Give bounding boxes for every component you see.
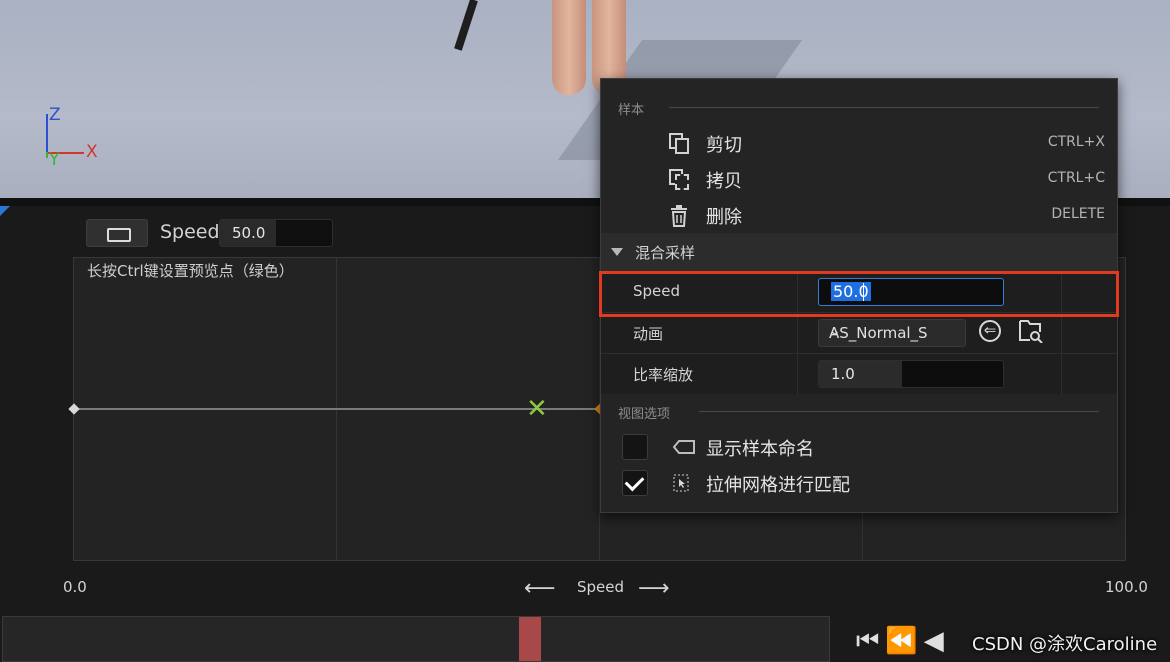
- section-title-sample: 样本: [618, 103, 645, 118]
- panel-corner-marker: [0, 206, 10, 216]
- text-caret: [863, 283, 864, 301]
- section-divider: [699, 411, 1099, 412]
- property-speed-input[interactable]: 50.0: [818, 278, 1004, 306]
- sample-point-min[interactable]: [68, 403, 80, 415]
- checkmark-icon: [624, 471, 645, 492]
- property-rate-scale-value: 1.0: [831, 365, 855, 383]
- timeline-playhead[interactable]: [519, 617, 541, 661]
- tag-icon: [107, 228, 131, 242]
- tag-icon: [672, 439, 695, 458]
- copy-icon: [669, 169, 689, 190]
- show-sample-names-label: 显示样本命名: [706, 439, 814, 460]
- category-blend-sample[interactable]: 混合采样: [601, 233, 1117, 271]
- arrow-right-icon: ⟶: [638, 576, 670, 601]
- menu-item-delete-label: 删除: [706, 207, 742, 228]
- z-axis-label: Z: [49, 105, 61, 125]
- y-axis-label: Y: [49, 150, 60, 170]
- property-row-speed: Speed 50.0: [601, 271, 1117, 312]
- watermark: CSDN @涂欢Caroline: [972, 634, 1158, 655]
- property-rate-scale-label: 比率缩放: [633, 366, 694, 384]
- section-divider: [669, 107, 1099, 108]
- animation-asset-dropdown[interactable]: AS_Normal_S ⌄: [818, 319, 966, 347]
- stretch-grid-icon: [673, 474, 689, 496]
- property-speed-value: 50.0: [831, 282, 871, 301]
- chevron-down-icon: ⌄: [829, 323, 841, 339]
- axis-name-label: Speed: [577, 578, 625, 596]
- stretch-grid-checkbox[interactable]: [622, 470, 648, 496]
- character-leg-left: [552, 0, 586, 95]
- play-reverse-icon[interactable]: ◀: [924, 626, 950, 656]
- timeline-track[interactable]: [2, 616, 830, 662]
- x-axis-label: X: [86, 142, 98, 162]
- menu-item-delete[interactable]: 删除 DELETE: [601, 197, 1117, 233]
- menu-item-copy[interactable]: 拷贝 CTRL+C: [601, 161, 1117, 197]
- trash-icon: [669, 205, 689, 227]
- y-axis-line: [46, 152, 48, 158]
- menu-item-delete-shortcut: DELETE: [1051, 206, 1105, 222]
- arrow-left-icon: ⟵: [524, 576, 556, 601]
- stretch-grid-label: 拉伸网格进行匹配: [706, 475, 850, 496]
- param-name-label: Speed: [160, 221, 220, 243]
- axis-max-label: 100.0: [1105, 578, 1148, 596]
- grid-hint-text: 长按Ctrl键设置预览点（绿色）: [87, 262, 294, 280]
- show-tags-button[interactable]: [86, 219, 148, 247]
- menu-item-cut-label: 剪切: [706, 135, 742, 156]
- menu-item-cut-shortcut: CTRL+X: [1047, 134, 1105, 150]
- section-title-view-options: 视图选项: [618, 407, 671, 422]
- use-selected-asset-icon[interactable]: ⇐: [979, 320, 1001, 342]
- skip-to-start-icon[interactable]: ⏮: [856, 626, 885, 656]
- property-rate-scale-input[interactable]: 1.0: [818, 360, 1004, 388]
- menu-item-copy-label: 拷贝: [706, 171, 742, 192]
- z-axis-line: [46, 114, 48, 154]
- blend-axis-track: [74, 408, 604, 410]
- cut-icon: [669, 133, 689, 154]
- axis-min-label: 0.0: [63, 578, 87, 596]
- weapon-prop: [454, 0, 478, 51]
- context-menu: 样本 剪切 CTRL+X 拷贝 CTRL+C 删除 DELETE 混合采样 Sp…: [599, 78, 1119, 513]
- expand-arrow-icon[interactable]: [611, 248, 623, 256]
- menu-item-copy-shortcut: CTRL+C: [1047, 170, 1105, 186]
- param-value-text: 50.0: [232, 224, 266, 242]
- browse-asset-icon[interactable]: [1019, 319, 1043, 344]
- property-row-animation: 动画 AS_Normal_S ⌄ ⇐: [601, 312, 1117, 353]
- property-animation-label: 动画: [633, 325, 664, 343]
- category-blend-sample-label: 混合采样: [635, 244, 696, 262]
- property-row-rate-scale: 比率缩放 1.0: [601, 353, 1117, 394]
- menu-item-cut[interactable]: 剪切 CTRL+X: [601, 125, 1117, 161]
- show-sample-names-checkbox[interactable]: [622, 434, 648, 460]
- param-value-input[interactable]: 50.0: [219, 219, 333, 247]
- transport-controls[interactable]: ⏮⏪◀: [856, 626, 950, 657]
- property-speed-label: Speed: [633, 282, 681, 300]
- step-back-icon[interactable]: ⏪: [885, 626, 923, 656]
- preview-point-marker[interactable]: ✕: [526, 396, 548, 422]
